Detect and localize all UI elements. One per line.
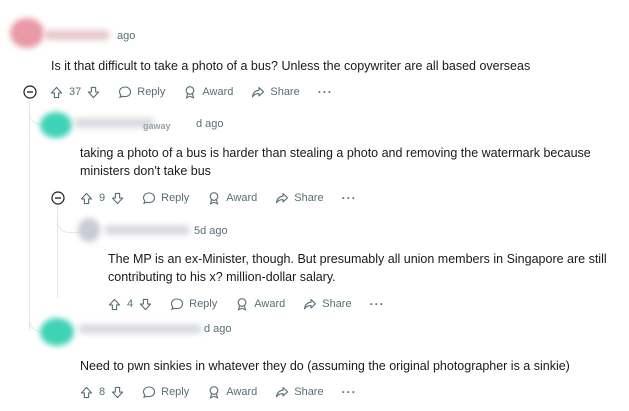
vote-count: 8 <box>99 386 106 398</box>
more-options-button[interactable]: ··· <box>318 85 333 99</box>
share-icon <box>276 192 289 204</box>
comment-timestamp: d ago <box>196 118 224 130</box>
share-button[interactable]: Share <box>303 297 352 311</box>
upvote-icon[interactable] <box>80 386 93 399</box>
vote-group: 37 <box>50 86 100 99</box>
comment-actions: 37 Reply Award Share ··· <box>50 83 333 101</box>
downvote-icon[interactable] <box>139 298 152 311</box>
award-label: Award <box>254 298 286 310</box>
speech-bubble-icon <box>143 192 156 205</box>
comment-body-line: contributing to his x? million-dollar sa… <box>108 270 336 284</box>
vote-count: 4 <box>127 298 134 310</box>
username-blurred[interactable] <box>74 118 154 128</box>
award-icon <box>209 192 219 205</box>
comment-actions: 8 Reply Award Share ··· <box>80 383 357 401</box>
vote-count: 9 <box>99 192 106 204</box>
thread-line-root <box>29 100 30 330</box>
thread-elbow <box>57 216 80 233</box>
collapse-thread-icon[interactable] <box>51 191 65 205</box>
more-options-button[interactable]: ··· <box>342 385 357 399</box>
share-label: Share <box>294 386 324 398</box>
username-blurred[interactable] <box>104 225 190 235</box>
award-icon <box>237 298 247 311</box>
reply-button[interactable]: Reply <box>142 191 189 205</box>
award-icon <box>186 86 195 99</box>
speech-bubble-icon <box>143 386 156 399</box>
comment-actions: 4 Reply Award Share ··· <box>108 295 385 313</box>
speech-bubble-icon <box>171 298 184 311</box>
comment-body: Is it that difficult to take a photo of … <box>51 59 531 73</box>
award-label: Award <box>226 192 258 204</box>
award-icon <box>209 386 219 399</box>
comment-timestamp: 5d ago <box>194 225 228 237</box>
award-button[interactable]: Award <box>183 85 233 99</box>
upvote-icon[interactable] <box>50 86 63 99</box>
share-button[interactable]: Share <box>251 85 300 99</box>
reply-button[interactable]: Reply <box>170 297 217 311</box>
username-fragment[interactable]: gaway <box>143 121 171 131</box>
share-label: Share <box>322 298 352 310</box>
avatar[interactable] <box>40 112 72 138</box>
share-icon <box>252 86 265 98</box>
comment-timestamp: ago <box>117 30 136 42</box>
downvote-icon[interactable] <box>87 86 100 99</box>
comment-actions: 9 Reply Award Share ··· <box>80 189 357 207</box>
award-label: Award <box>202 86 234 98</box>
avatar[interactable] <box>40 318 74 346</box>
avatar[interactable] <box>10 18 44 48</box>
comment-timestamp: d ago <box>204 323 232 335</box>
share-label: Share <box>270 86 300 98</box>
comment-body-line: taking a photo of a bus is harder than s… <box>80 146 591 160</box>
share-label: Share <box>294 192 324 204</box>
vote-count: 37 <box>69 86 82 98</box>
reply-label: Reply <box>137 86 166 98</box>
comment-body-line: ministers don't take bus <box>80 164 211 178</box>
avatar[interactable] <box>78 218 100 242</box>
share-icon <box>276 386 289 398</box>
share-button[interactable]: Share <box>275 385 324 399</box>
more-options-button[interactable]: ··· <box>342 191 357 205</box>
award-label: Award <box>226 386 258 398</box>
comment-body: Need to pwn sinkies in whatever they do … <box>80 359 570 373</box>
reply-label: Reply <box>189 298 218 310</box>
vote-group: 9 <box>80 192 124 205</box>
more-options-button[interactable]: ··· <box>370 297 385 311</box>
vote-group: 4 <box>108 298 152 311</box>
speech-bubble-icon <box>119 86 132 99</box>
username-blurred[interactable] <box>78 324 202 334</box>
username-blurred[interactable] <box>44 30 110 40</box>
vote-group: 8 <box>80 386 124 399</box>
downvote-icon[interactable] <box>111 192 124 205</box>
reply-label: Reply <box>161 192 190 204</box>
award-button[interactable]: Award <box>207 191 257 205</box>
share-button[interactable]: Share <box>275 191 324 205</box>
downvote-icon[interactable] <box>111 386 124 399</box>
reply-label: Reply <box>161 386 190 398</box>
reply-button[interactable]: Reply <box>118 85 165 99</box>
award-button[interactable]: Award <box>235 297 285 311</box>
collapse-thread-icon[interactable] <box>23 85 37 99</box>
share-icon <box>304 298 317 310</box>
reply-button[interactable]: Reply <box>142 385 189 399</box>
upvote-icon[interactable] <box>108 298 121 311</box>
upvote-icon[interactable] <box>80 192 93 205</box>
comment-body-line: The MP is an ex-Minister, though. But pr… <box>108 252 607 266</box>
award-button[interactable]: Award <box>207 385 257 399</box>
